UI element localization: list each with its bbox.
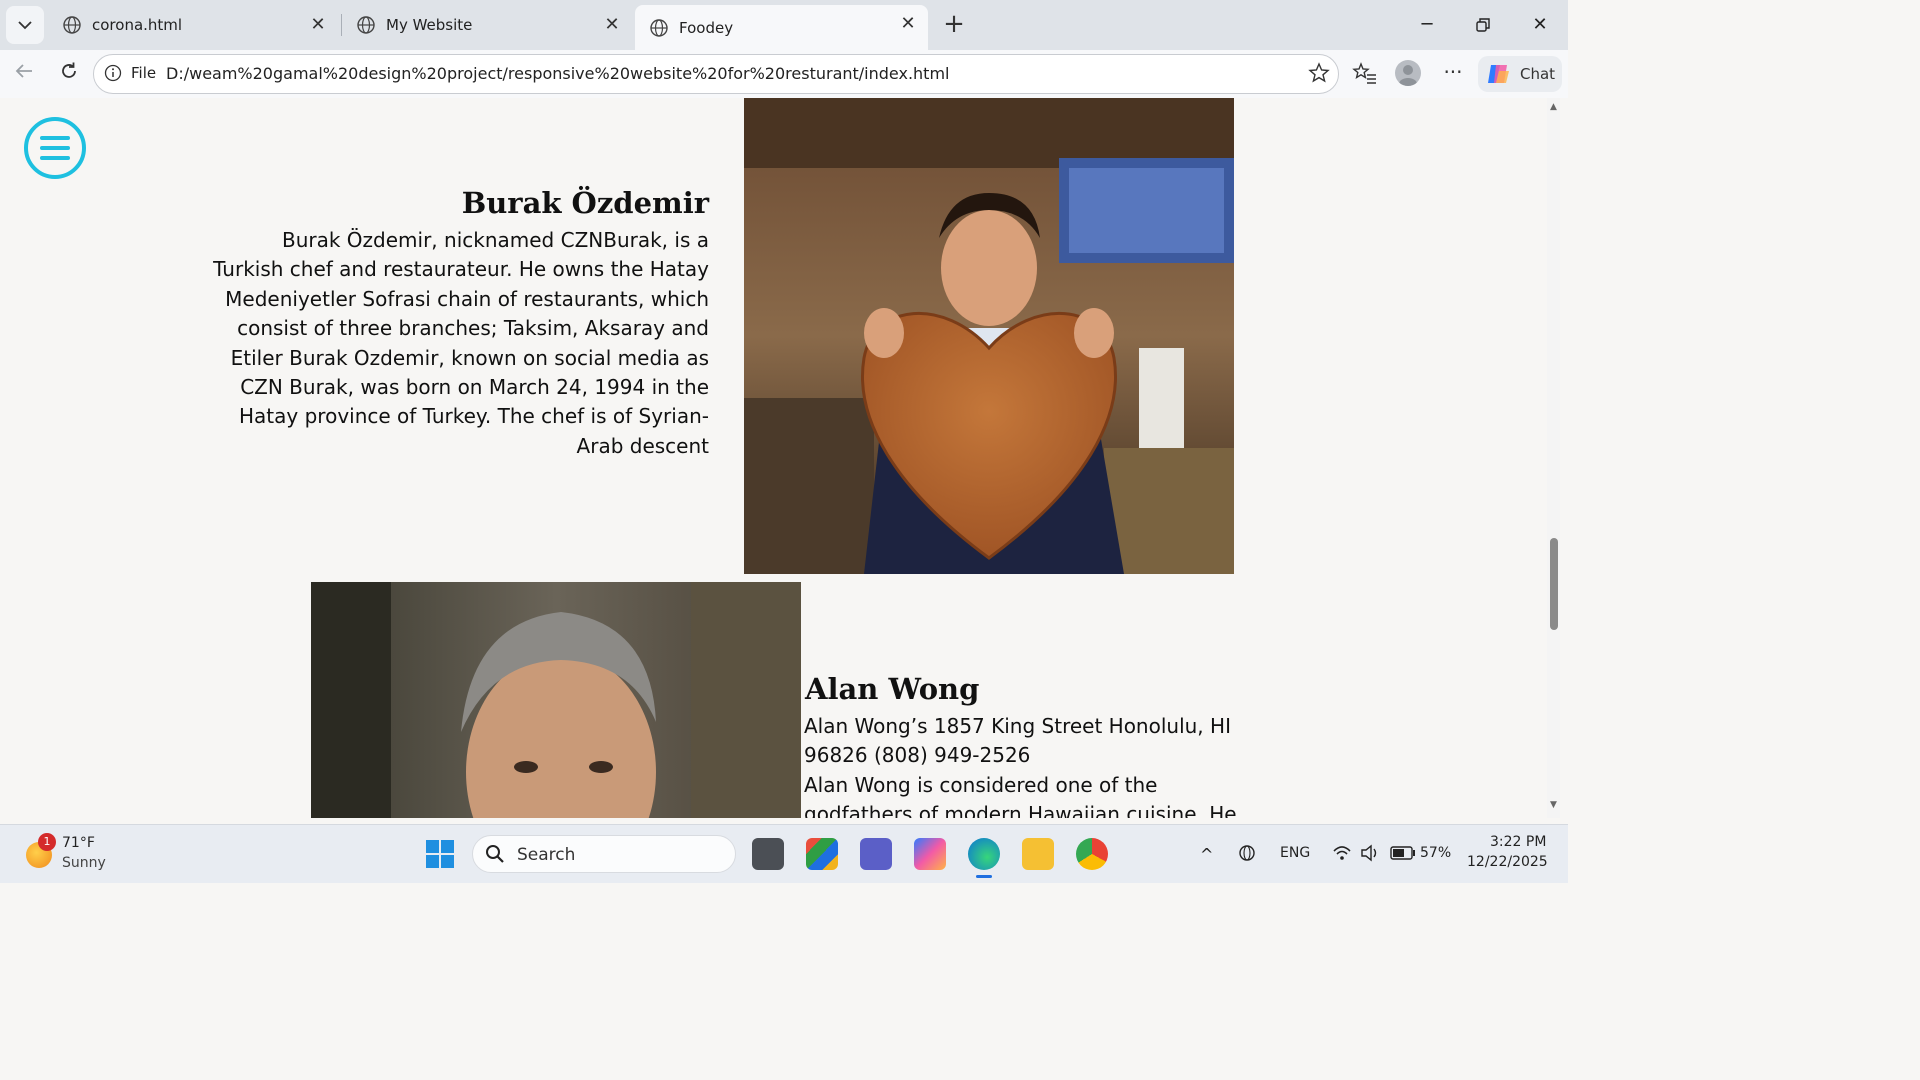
chevron-down-icon [18, 21, 32, 30]
chef-details: Alan Wong’s 1857 King Street Honolulu, H… [804, 712, 1244, 818]
chef-name: Burak Özdemir [461, 186, 709, 220]
weather-temperature[interactable]: 71°F [62, 835, 95, 851]
globe-icon [650, 18, 668, 37]
notification-badge: 1 [38, 833, 56, 851]
browser-toolbar: File D:/weam%20gamal%20design%20project/… [0, 50, 1568, 98]
tab-title: Foodey [679, 18, 734, 37]
battery-percentage[interactable]: 57% [1420, 845, 1451, 861]
show-hidden-icons-chevron-up-icon[interactable]: ^ [1200, 845, 1213, 864]
page-scrollbar[interactable]: ▲ ▼ [1547, 98, 1560, 818]
clock-date[interactable]: 12/22/2025 [1467, 854, 1548, 870]
minimize-button[interactable]: ─ [1407, 10, 1447, 40]
copilot-icon [1488, 65, 1509, 83]
new-tab-button[interactable]: + [940, 11, 968, 39]
active-app-indicator [976, 875, 992, 878]
language-indicator[interactable]: ENG [1280, 845, 1310, 861]
reload-icon [62, 62, 76, 78]
tab-corona[interactable]: corona.html ✕ [48, 6, 338, 44]
favorite-star-icon[interactable] [1308, 62, 1330, 84]
taskbar-search-input[interactable]: Search [472, 835, 736, 873]
microsoft-store-icon[interactable] [806, 838, 838, 870]
reload-button[interactable] [55, 60, 83, 88]
tab-my-website[interactable]: My Website ✕ [342, 6, 632, 44]
battery-icon[interactable] [1390, 846, 1416, 860]
menu-toggle-button[interactable] [24, 117, 86, 179]
back-button[interactable] [10, 60, 38, 88]
copilot-chat-button[interactable]: Chat [1478, 56, 1562, 92]
chef-bio: Burak Özdemir, nicknamed CZNBurak, is a … [213, 228, 709, 458]
clock-time[interactable]: 3:22 PM [1490, 834, 1546, 850]
hamburger-bar [40, 156, 70, 160]
tab-strip: corona.html ✕ My Website ✕ Foodey ✕ + ─ … [0, 0, 1568, 50]
chef-photo-alan [311, 582, 801, 818]
more-options-icon[interactable]: ··· [1440, 61, 1466, 87]
chef-photo-image [311, 582, 801, 818]
restore-button[interactable] [1463, 10, 1503, 40]
scroll-up-icon[interactable]: ▲ [1548, 102, 1559, 112]
chef-name: Alan Wong [805, 672, 980, 706]
chef-photo-image [744, 98, 1234, 574]
hamburger-bar [40, 146, 70, 150]
close-window-button[interactable]: ✕ [1520, 10, 1560, 40]
search-placeholder: Search [517, 845, 576, 865]
weather-condition[interactable]: Sunny [62, 855, 106, 871]
close-tab-icon[interactable]: ✕ [898, 14, 918, 34]
wifi-icon[interactable] [1332, 844, 1352, 862]
page-viewport: Burak Özdemir Burak Özdemir, nicknamed C… [5, 98, 1547, 818]
task-view-icon[interactable] [752, 838, 784, 870]
file-explorer-icon[interactable] [1022, 838, 1054, 870]
network-globe-icon[interactable] [1238, 844, 1258, 864]
close-tab-icon[interactable]: ✕ [308, 15, 328, 35]
teams-icon[interactable] [860, 838, 892, 870]
tab-title: My Website [386, 16, 473, 34]
restore-icon [1476, 18, 1490, 32]
hamburger-bar [40, 136, 70, 140]
globe-icon [357, 16, 375, 34]
search-icon [486, 845, 504, 863]
chat-label: Chat [1520, 65, 1556, 83]
chef-address: Alan Wong’s 1857 King Street Honolulu, H… [804, 714, 1231, 768]
chrome-icon[interactable] [1076, 838, 1108, 870]
volume-icon[interactable] [1360, 844, 1380, 862]
copilot-app-icon[interactable] [914, 838, 946, 870]
globe-icon [63, 16, 81, 34]
windows-taskbar: 1 71°F Sunny Search ^ ENG 57% 3:22 PM 12… [0, 824, 1568, 883]
chef-bio: Alan Wong is considered one of the godfa… [804, 772, 1237, 818]
tab-foodey[interactable]: Foodey ✕ [635, 5, 928, 50]
tab-title: corona.html [92, 16, 183, 34]
scroll-down-icon[interactable]: ▼ [1548, 800, 1559, 810]
tab-actions-menu-button[interactable] [6, 6, 44, 44]
address-bar[interactable]: File D:/weam%20gamal%20design%20project/… [93, 54, 1339, 94]
url-text[interactable]: D:/weam%20gamal%20design%20project/respo… [166, 64, 949, 83]
favorites-list-icon[interactable] [1352, 61, 1378, 87]
windows-start-icon[interactable] [425, 839, 455, 869]
person-icon [1399, 65, 1417, 86]
profile-avatar[interactable] [1395, 60, 1421, 86]
info-icon[interactable] [104, 64, 122, 82]
close-tab-icon[interactable]: ✕ [602, 15, 622, 35]
edge-browser-icon[interactable] [968, 838, 1000, 870]
chef-photo-burak [744, 98, 1234, 574]
back-arrow-icon [15, 64, 32, 78]
scheme-label: File [131, 64, 157, 82]
scroll-thumb[interactable] [1550, 538, 1558, 630]
